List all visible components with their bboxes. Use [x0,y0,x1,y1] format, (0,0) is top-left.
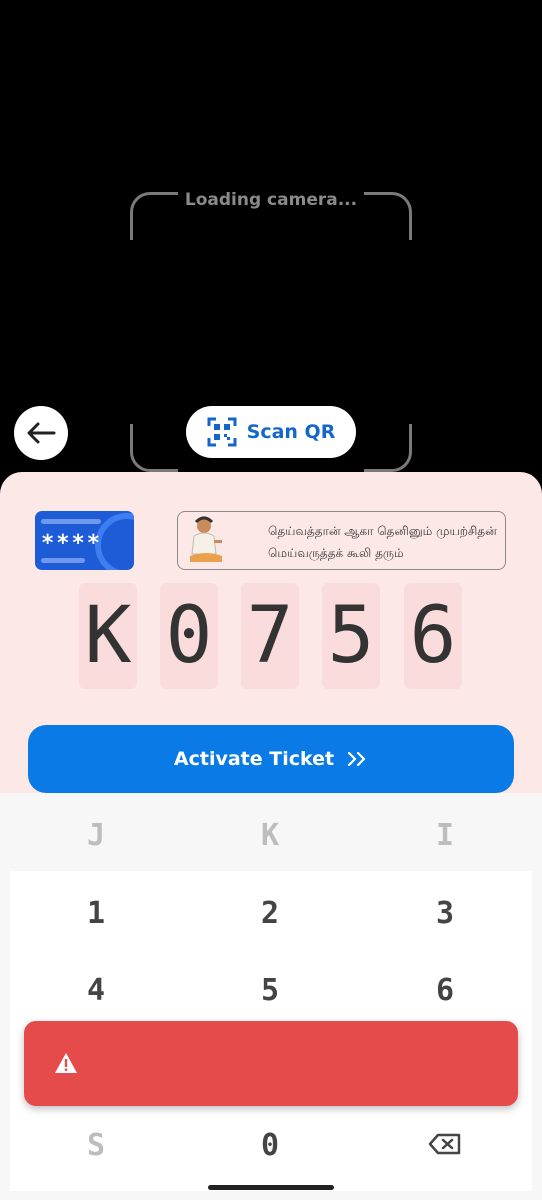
backspace-key[interactable] [360,1128,530,1163]
key-2[interactable]: 2 [185,896,355,931]
viewfinder-corner-bottom-left [130,424,178,472]
quote-banner: தெய்வத்தான் ஆகா தெனினும் முயற்சிதன் மெய்… [177,511,506,570]
key-letter-k[interactable]: K [185,818,355,853]
home-indicator[interactable] [208,1185,334,1190]
camera-loading-text: Loading camera... [184,190,358,210]
key-4[interactable]: 4 [11,973,181,1008]
key-letter-i[interactable]: I [360,818,530,853]
key-1[interactable]: 1 [11,896,181,931]
double-chevron-right-icon [347,751,366,767]
card-icon: **** [35,511,134,570]
activate-ticket-label: Activate Ticket [173,748,335,770]
quote-line-2: மெய்வருத்தக் கூலி தரும் [268,546,404,560]
back-arrow-icon [27,422,56,444]
code-digit-2[interactable]: 0 [160,583,218,689]
key-5[interactable]: 5 [185,973,355,1008]
key-letter-j[interactable]: J [11,818,181,853]
quote-line-1: தெய்வத்தான் ஆகா தெனினும் முயற்சிதன் [268,524,497,538]
warning-icon [55,1053,77,1073]
code-digit-1[interactable]: K [79,583,137,689]
activate-ticket-button[interactable]: Activate Ticket [28,725,514,793]
code-digit-5[interactable]: 6 [404,583,462,689]
key-3[interactable]: 3 [360,896,530,931]
code-digit-3[interactable]: 7 [241,583,299,689]
scan-qr-label: Scan QR [246,421,336,443]
key-6[interactable]: 6 [360,973,530,1008]
key-0[interactable]: 0 [185,1128,355,1163]
error-toast [24,1021,518,1106]
code-digit-4[interactable]: 5 [322,583,380,689]
backspace-icon [428,1133,461,1155]
qr-scan-icon [207,417,237,447]
card-masked-number: **** [41,531,102,556]
scan-qr-button[interactable]: Scan QR [186,406,356,458]
viewfinder-corner-bottom-right [364,424,412,472]
key-letter-s[interactable]: S [11,1128,181,1163]
back-button[interactable] [14,406,68,460]
sage-illustration-icon [190,516,222,562]
